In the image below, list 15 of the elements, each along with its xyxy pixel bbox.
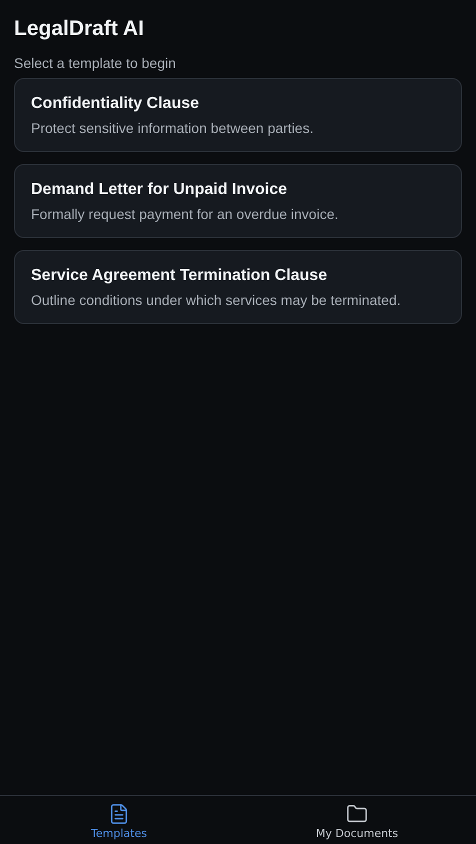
template-card[interactable]: Demand Letter for Unpaid Invoice Formally request payment for an overdue invoice. — [14, 164, 462, 238]
template-title: Demand Letter for Unpaid Invoice — [31, 180, 288, 200]
nav-tab[interactable]: My Documents — [238, 796, 476, 844]
app-title: LegalDraft AI — [14, 16, 145, 42]
template-card[interactable]: Service Agreement Termination Clause Outline conditions under which services may be terminated. — [14, 250, 462, 324]
nav-tab[interactable]: Templates — [0, 796, 238, 844]
folder-icon — [346, 803, 368, 825]
subtitle: Select a template to begin — [14, 54, 177, 72]
template-title: Service Agreement Termination Clause — [31, 266, 328, 286]
template-title: Confidentiality Clause — [31, 94, 200, 114]
document-icon — [108, 803, 130, 825]
template-description: Formally request payment for an overdue invoice. — [31, 205, 340, 223]
template-card[interactable]: Confidentiality Clause Protect sensitive information between parties. — [14, 78, 462, 152]
template-description: Protect sensitive information between parties. — [31, 119, 314, 137]
template-description: Outline conditions under which services may be terminated. — [31, 291, 402, 309]
